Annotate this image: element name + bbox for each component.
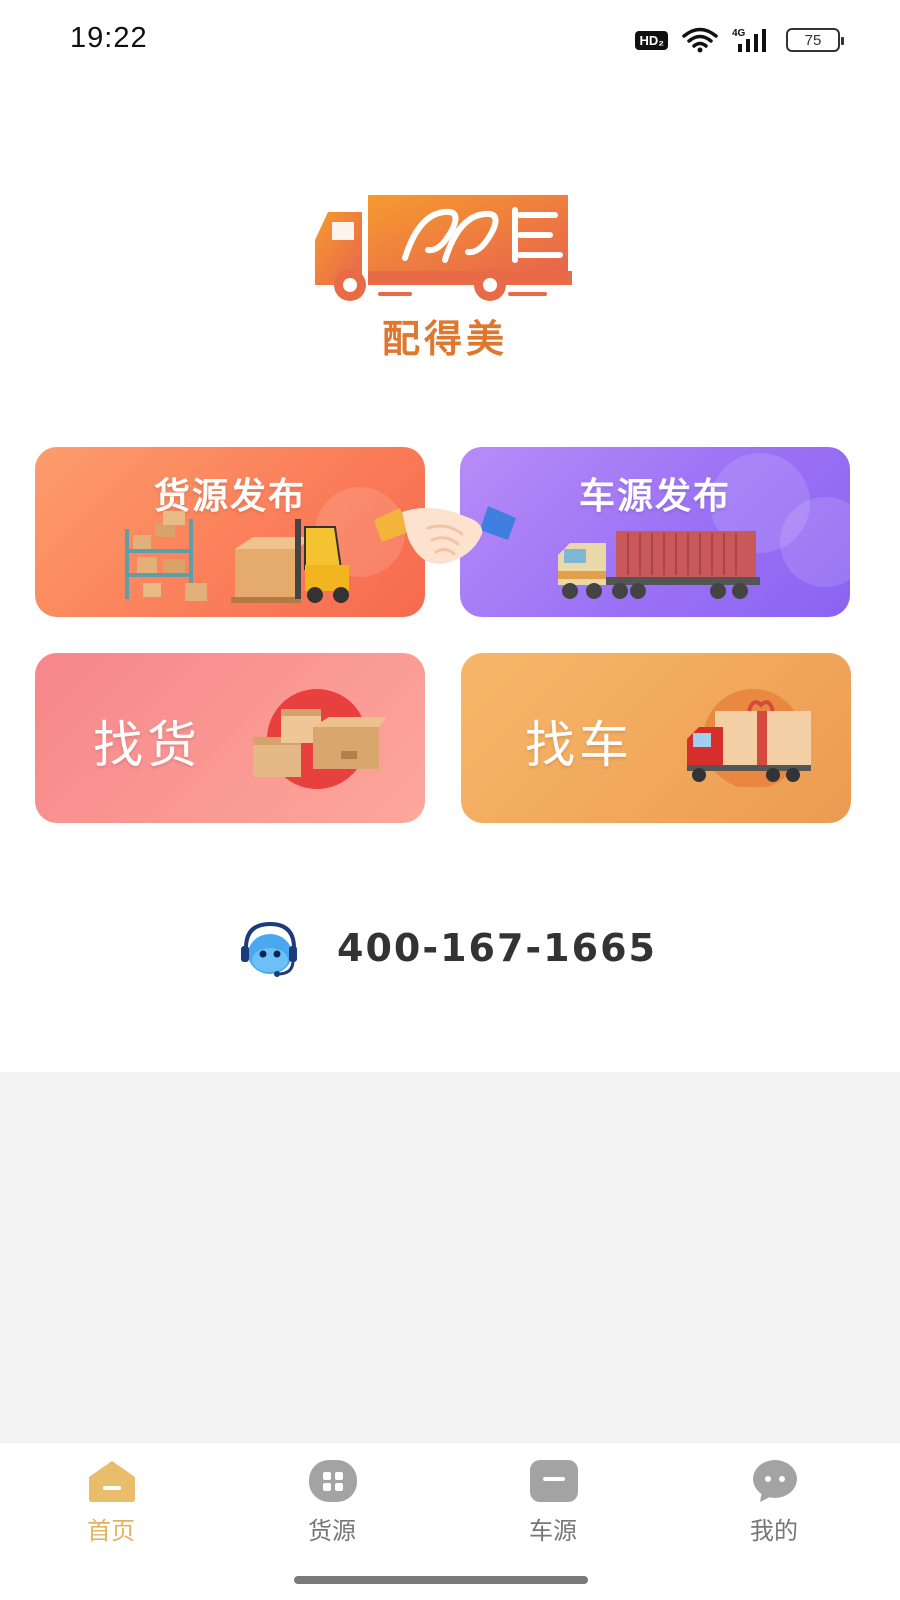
network-label: 4G [732, 28, 746, 39]
wifi-icon [682, 27, 718, 53]
brand-name: 配得美 [381, 317, 508, 361]
tab-cargo-source-label: 货源 [308, 1517, 356, 1545]
find-cargo-card[interactable]: 找货 [35, 653, 425, 823]
tab-cargo-source[interactable]: 货源 [272, 1451, 392, 1551]
tab-home[interactable]: 首页 [51, 1451, 171, 1551]
warehouse-forklift-illustration [125, 511, 349, 603]
truck-publish-label: 车源发布 [578, 476, 731, 517]
find-truck-card[interactable]: 找车 [461, 653, 851, 823]
home-indicator[interactable] [294, 1576, 588, 1584]
content-placeholder-area [0, 1072, 900, 1442]
red-truck-with-box-illustration [687, 689, 811, 787]
tab-vehicle-source[interactable]: 车源 [493, 1451, 613, 1551]
tab-vehicle-source-label: 车源 [529, 1517, 577, 1545]
app-logo: 配得美 [310, 190, 580, 361]
tab-profile-label: 我的 [750, 1517, 798, 1545]
handshake-illustration [374, 506, 516, 565]
find-truck-label: 找车 [525, 716, 633, 774]
cargo-source-icon [309, 1460, 357, 1502]
cargo-publish-card[interactable]: 货源发布 [35, 447, 425, 617]
status-bar: 19:22 HD₂ 4G 75 [0, 0, 900, 80]
container-truck-illustration [558, 531, 760, 599]
tab-home-label: 首页 [87, 1517, 135, 1545]
hd-voice-icon: HD₂ [635, 30, 668, 50]
truck-publish-card[interactable]: 车源发布 [460, 447, 850, 617]
battery-level: 75 [804, 31, 822, 49]
battery-icon: 75 [786, 28, 844, 52]
home-icon [89, 1461, 135, 1502]
vehicle-source-icon [530, 1460, 578, 1502]
customer-service-headset-icon[interactable] [238, 922, 300, 978]
status-time: 19:22 [70, 22, 148, 54]
delivery-truck-logo [315, 195, 572, 301]
cardboard-boxes-illustration [253, 689, 387, 789]
status-icons: HD₂ 4G 75 [635, 26, 844, 54]
profile-icon [753, 1460, 797, 1502]
signal-4g-icon: 4G [732, 28, 766, 52]
hotline-number[interactable]: 400-167-1665 [337, 926, 657, 970]
find-cargo-label: 找货 [93, 716, 201, 774]
tab-profile[interactable]: 我的 [714, 1451, 834, 1551]
